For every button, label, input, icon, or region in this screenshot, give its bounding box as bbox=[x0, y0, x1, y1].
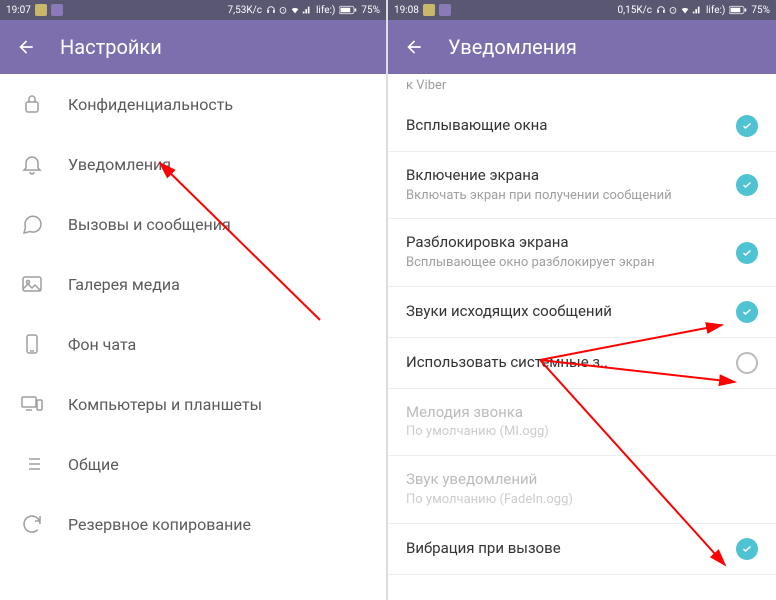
status-app-icon bbox=[423, 4, 435, 16]
settings-menu: Конфиденциальность Уведомления Вызовы и … bbox=[0, 74, 386, 600]
status-speed: 7,53K/c bbox=[228, 5, 262, 16]
setting-subtitle: По умолчанию (MI.ogg) bbox=[406, 424, 758, 441]
bell-icon bbox=[20, 152, 44, 176]
headphones-icon bbox=[266, 5, 276, 15]
menu-label: Резервное копирование bbox=[68, 515, 251, 534]
status-indicators bbox=[266, 5, 312, 15]
status-carrier: life:) bbox=[316, 5, 335, 16]
toggle-off-icon[interactable] bbox=[736, 352, 758, 374]
toggle-on-icon[interactable] bbox=[736, 538, 758, 560]
menu-item-general[interactable]: Общие bbox=[0, 434, 386, 494]
menu-item-devices[interactable]: Компьютеры и планшеты bbox=[0, 374, 386, 434]
menu-label: Общие bbox=[68, 455, 119, 474]
setting-title: Разблокировка экрана bbox=[406, 233, 724, 253]
setting-row[interactable]: Разблокировка экрана Всплывающее окно раз… bbox=[388, 219, 776, 286]
back-arrow-icon[interactable] bbox=[16, 37, 36, 57]
alarm-icon bbox=[668, 5, 678, 15]
setting-title: Вибрация при вызове bbox=[406, 539, 724, 559]
setting-row: Звук уведомлений По умолчанию (FadeIn.ogg… bbox=[388, 456, 776, 523]
sync-icon bbox=[20, 512, 44, 536]
setting-title: Звуки исходящих сообщений bbox=[406, 302, 724, 322]
menu-item-chat-bg[interactable]: Фон чата bbox=[0, 314, 386, 374]
status-carrier: life:) bbox=[706, 5, 725, 16]
setting-subtitle: Всплывающее окно разблокирует экран bbox=[406, 255, 724, 272]
status-app-icon bbox=[35, 4, 47, 16]
battery-icon bbox=[729, 5, 747, 15]
status-bar-left: 19:07 7,53K/c life:) 75% bbox=[0, 0, 386, 20]
status-bar-right: 19:08 0,15K/c life:) 75% bbox=[388, 0, 776, 20]
message-icon bbox=[20, 212, 44, 236]
notifications-screen: 19:08 0,15K/c life:) 75% Уведомления bbox=[388, 0, 776, 600]
setting-subtitle: По умолчанию (FadeIn.ogg) bbox=[406, 492, 758, 509]
back-arrow-icon[interactable] bbox=[404, 37, 424, 57]
alarm-icon bbox=[278, 5, 288, 15]
menu-item-media[interactable]: Галерея медиа bbox=[0, 254, 386, 314]
devices-icon bbox=[20, 392, 44, 416]
setting-title: Всплывающие окна bbox=[406, 116, 724, 136]
status-indicators bbox=[656, 5, 702, 15]
lock-icon bbox=[20, 92, 44, 116]
menu-item-calls-messages[interactable]: Вызовы и сообщения bbox=[0, 194, 386, 254]
gallery-icon bbox=[20, 272, 44, 296]
page-title: Уведомления bbox=[448, 35, 577, 59]
status-app-icon bbox=[439, 4, 451, 16]
menu-item-privacy[interactable]: Конфиденциальность bbox=[0, 74, 386, 134]
menu-item-backup[interactable]: Резервное копирование bbox=[0, 494, 386, 554]
setting-title: Мелодия звонка bbox=[406, 403, 758, 423]
menu-label: Конфиденциальность bbox=[68, 95, 233, 114]
menu-label: Вызовы и сообщения bbox=[68, 215, 231, 234]
signal-icon bbox=[302, 5, 312, 15]
menu-label: Компьютеры и планшеты bbox=[68, 395, 262, 414]
header-left: Настройки bbox=[0, 20, 386, 74]
battery-icon bbox=[339, 5, 357, 15]
status-speed: 0,15K/c bbox=[618, 5, 652, 16]
setting-row[interactable]: Использовать системные з.. bbox=[388, 338, 776, 389]
phone-icon bbox=[20, 332, 44, 356]
wifi-icon bbox=[680, 5, 690, 15]
setting-row: Мелодия звонкаПо умолчанию (MI.ogg) bbox=[388, 389, 776, 456]
setting-row[interactable]: Включение экрана Включать экран при получ… bbox=[388, 152, 776, 219]
notifications-list: к Viber Всплывающие окна Включение экрана… bbox=[388, 74, 776, 600]
status-app-icon bbox=[51, 4, 63, 16]
wifi-icon bbox=[290, 5, 300, 15]
status-battery: 75% bbox=[361, 5, 380, 16]
toggle-on-icon[interactable] bbox=[736, 115, 758, 137]
settings-screen: 19:07 7,53K/c life:) 75% Настройки bbox=[0, 0, 388, 600]
toggle-on-icon[interactable] bbox=[736, 174, 758, 196]
setting-title: Использовать системные з.. bbox=[406, 353, 724, 373]
toggle-on-icon[interactable] bbox=[736, 242, 758, 264]
list-icon bbox=[20, 452, 44, 476]
headphones-icon bbox=[656, 5, 666, 15]
setting-row[interactable]: Вибрация при вызове bbox=[388, 524, 776, 575]
menu-item-notifications[interactable]: Уведомления bbox=[0, 134, 386, 194]
status-time: 19:07 bbox=[6, 5, 31, 16]
menu-label: Уведомления bbox=[68, 155, 171, 174]
setting-title: Включение экрана bbox=[406, 166, 724, 186]
status-time: 19:08 bbox=[394, 5, 419, 16]
setting-title: Звук уведомлений bbox=[406, 470, 758, 490]
signal-icon bbox=[692, 5, 702, 15]
setting-subtitle: Включать экран при получении сообщений bbox=[406, 188, 724, 205]
toggle-on-icon[interactable] bbox=[736, 301, 758, 323]
status-battery: 75% bbox=[751, 5, 770, 16]
menu-label: Галерея медиа bbox=[68, 275, 180, 294]
menu-label: Фон чата bbox=[68, 335, 136, 354]
truncated-text: к Viber bbox=[388, 74, 776, 101]
setting-row[interactable]: Звуки исходящих сообщений bbox=[388, 287, 776, 338]
page-title: Настройки bbox=[60, 35, 162, 59]
header-right: Уведомления bbox=[388, 20, 776, 74]
setting-row[interactable]: Всплывающие окна bbox=[388, 101, 776, 152]
